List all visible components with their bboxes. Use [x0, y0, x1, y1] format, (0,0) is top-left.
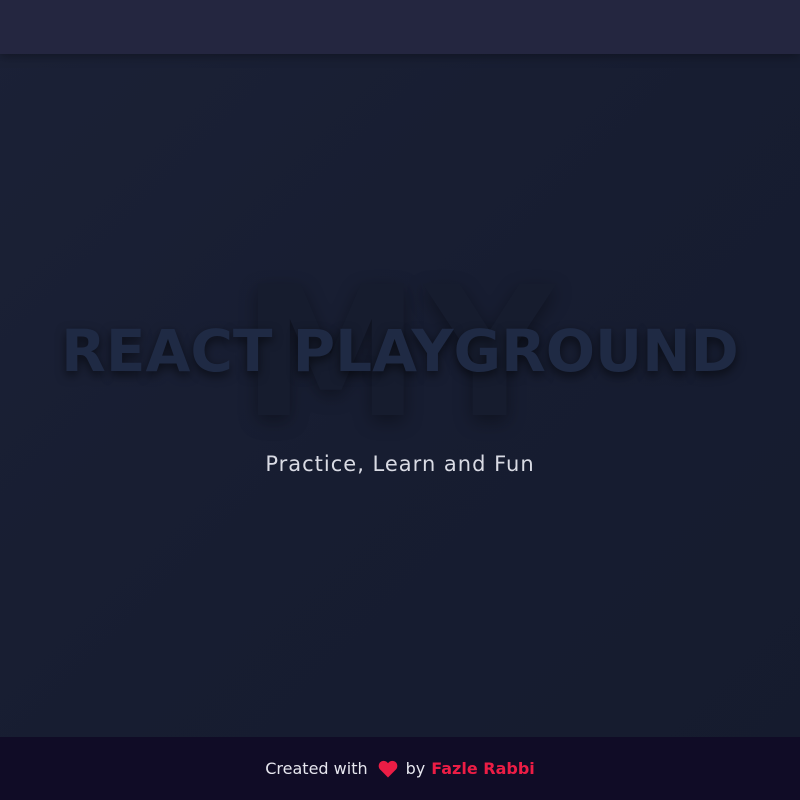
footer: Created with by Fazle Rabbi	[0, 737, 800, 800]
author-link[interactable]: Fazle Rabbi	[431, 759, 535, 778]
footer-by-text: by	[405, 759, 426, 778]
page-subtitle: Practice, Learn and Fun	[265, 452, 535, 476]
top-nav-bar	[0, 0, 800, 54]
page-title: REACT PLAYGROUND	[61, 317, 739, 385]
hero-section: MY REACT PLAYGROUND Practice, Learn and …	[0, 54, 800, 737]
heart-icon	[378, 760, 398, 778]
page: MY REACT PLAYGROUND Practice, Learn and …	[0, 0, 800, 800]
footer-created-with-text: Created with	[265, 759, 368, 778]
